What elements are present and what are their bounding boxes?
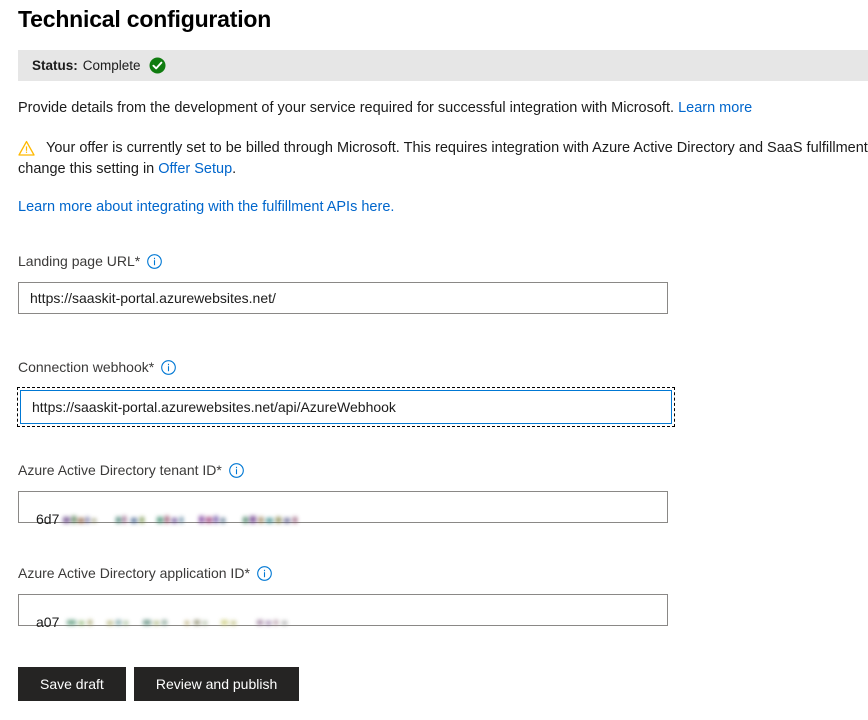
field-aad-application-id: Azure Active Directory application ID * a…	[18, 564, 668, 630]
label-text: Azure Active Directory application ID	[18, 565, 245, 581]
label-text: Azure Active Directory tenant ID	[18, 462, 217, 478]
status-value: Complete	[82, 58, 141, 73]
field-label-aad-tenant-id: Azure Active Directory tenant ID *	[18, 461, 668, 479]
check-circle-icon	[149, 57, 166, 74]
save-draft-button[interactable]: Save draft	[18, 667, 126, 701]
label-text: Connection webhook	[18, 359, 149, 375]
field-label-connection-webhook: Connection webhook *	[18, 358, 674, 376]
fulfillment-apis-link[interactable]: Learn more about integrating with the fu…	[18, 199, 394, 215]
info-circle-icon[interactable]	[147, 253, 163, 269]
warning-text-line-2: change this setting in Offer Setup.	[18, 159, 868, 180]
status-bar: Status: Complete	[18, 50, 868, 81]
field-label-aad-application-id: Azure Active Directory application ID *	[18, 564, 668, 582]
info-circle-icon[interactable]	[229, 462, 244, 478]
offer-setup-link[interactable]: Offer Setup	[158, 161, 232, 177]
connection-webhook-focus-ring	[17, 387, 675, 427]
required-marker: *	[148, 359, 155, 375]
status-label: Status:	[32, 58, 78, 73]
warning-text-body: Your offer is currently set to be billed…	[18, 138, 868, 159]
fulfillment-api-link-row: Learn more about integrating with the fu…	[18, 197, 394, 217]
required-marker: *	[244, 565, 250, 581]
warning-triangle-icon	[18, 140, 35, 157]
aad-tenant-id-input[interactable]	[18, 491, 668, 523]
field-aad-tenant-id: Azure Active Directory tenant ID * 6d7	[18, 461, 668, 527]
warning-text-period: .	[232, 161, 237, 177]
intro-paragraph: Provide details from the development of …	[18, 98, 864, 118]
review-and-publish-button[interactable]: Review and publish	[133, 667, 300, 701]
field-label-landing-page-url: Landing page URL *	[18, 252, 668, 270]
action-button-row: Save draft Review and publish	[18, 667, 300, 701]
required-marker: *	[134, 253, 141, 269]
intro-text: Provide details from the development of …	[18, 100, 679, 116]
warning-text-line-1: Your offer is currently set to be billed…	[46, 140, 868, 156]
page-title: Technical configuration	[18, 6, 272, 32]
info-circle-icon[interactable]	[161, 359, 177, 375]
connection-webhook-input[interactable]	[20, 390, 672, 424]
info-circle-icon[interactable]	[257, 565, 272, 581]
technical-configuration-page: Technical configuration Status: Complete…	[0, 0, 868, 720]
field-landing-page-url: Landing page URL *	[18, 252, 668, 314]
landing-page-url-input[interactable]	[18, 282, 668, 314]
warning-text-continued: change this setting in	[18, 161, 159, 177]
required-marker: *	[216, 462, 222, 478]
aad-application-id-input[interactable]	[18, 594, 668, 626]
learn-more-link[interactable]: Learn more	[678, 100, 752, 116]
billing-warning: Your offer is currently set to be billed…	[18, 138, 868, 180]
label-text: Landing page URL	[18, 253, 135, 269]
field-connection-webhook: Connection webhook *	[17, 358, 675, 427]
